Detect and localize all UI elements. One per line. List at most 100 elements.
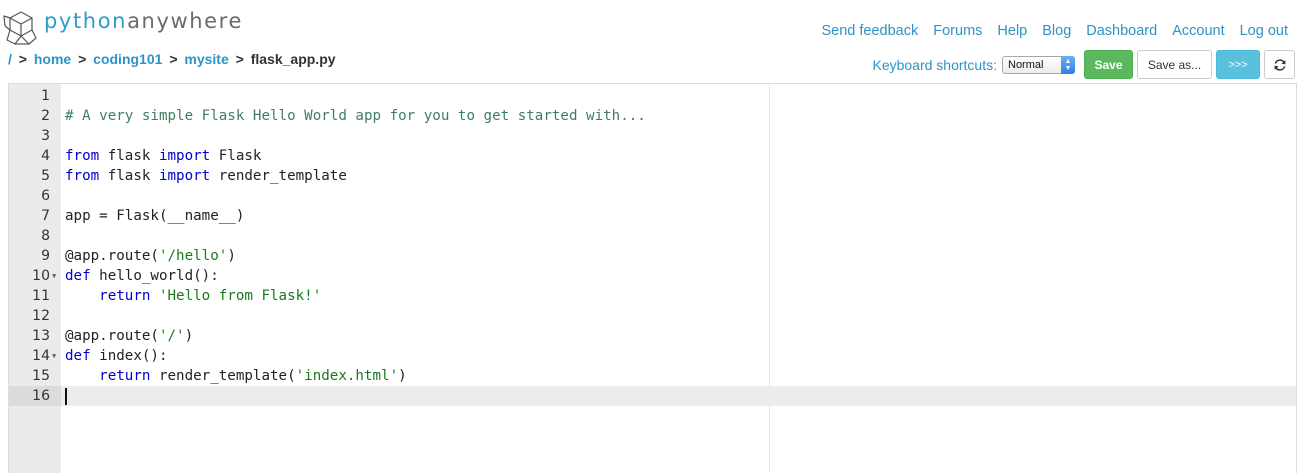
code-token-keyword: return: [99, 368, 151, 384]
code-token-string: '/': [158, 328, 185, 344]
nav-forums[interactable]: Forums: [933, 23, 982, 39]
line-number: 12: [32, 308, 50, 324]
open-console-button[interactable]: >>>: [1216, 50, 1260, 79]
code-token-keyword: def: [65, 348, 91, 364]
code-token-keyword: return: [99, 288, 151, 304]
nav-account[interactable]: Account: [1172, 23, 1224, 39]
code-line[interactable]: 9 @app.route('/hello'): [9, 246, 1296, 266]
line-number: 15: [32, 368, 50, 384]
code-token-text: flask: [99, 148, 159, 164]
breadcrumb-mysite[interactable]: mysite: [184, 51, 228, 67]
line-number: 7: [41, 208, 50, 224]
editor-toolbar: Keyboard shortcuts: Normal ▲ ▼ Save Save …: [872, 50, 1295, 79]
code-text: @app.route('/hello'): [65, 246, 236, 266]
code-line[interactable]: 16: [9, 386, 1296, 406]
code-line[interactable]: 11 return 'Hello from Flask!': [9, 286, 1296, 306]
keyboard-shortcuts-select[interactable]: Normal ▲ ▼: [1002, 56, 1075, 74]
code-text: from flask import Flask: [65, 146, 261, 166]
code-line[interactable]: 12: [9, 306, 1296, 326]
logo[interactable]: pythonanywhere: [2, 8, 243, 48]
code-token-keyword: from: [65, 148, 100, 164]
code-text: # A very simple Flask Hello World app fo…: [65, 106, 646, 126]
code-token-text: ): [184, 328, 194, 344]
code-token-comment: # A very simple Flask Hello World app fo…: [65, 108, 646, 124]
code-line[interactable]: 14 ▼ def index():: [9, 346, 1296, 366]
code-token-keyword: import: [158, 148, 211, 164]
code-token-text: render_template(: [150, 368, 296, 384]
nav-blog[interactable]: Blog: [1042, 23, 1071, 39]
breadcrumb-separator: >: [78, 51, 87, 67]
keyboard-shortcuts-value: Normal: [1008, 59, 1044, 71]
keyboard-shortcuts-label: Keyboard shortcuts:: [872, 56, 997, 73]
line-number: 5: [41, 168, 50, 184]
line-number: 9: [41, 248, 50, 264]
top-nav: Send feedback Forums Help Blog Dashboard…: [822, 23, 1302, 39]
breadcrumb-root[interactable]: /: [8, 51, 12, 67]
line-number: 3: [41, 128, 50, 144]
code-token-text: ): [227, 248, 236, 264]
code-editor[interactable]: 1 2 # A very simple Flask Hello World app …: [8, 83, 1297, 473]
reload-icon: [1274, 58, 1285, 71]
code-line[interactable]: 3: [9, 126, 1296, 146]
line-number: 1: [41, 88, 50, 104]
code-line[interactable]: 7 app = Flask(__name__): [9, 206, 1296, 226]
logo-text-anywhere: anywhere: [127, 8, 243, 33]
breadcrumb-coding101[interactable]: coding101: [93, 51, 162, 67]
code-line[interactable]: 2 # A very simple Flask Hello World app f…: [9, 106, 1296, 126]
breadcrumb-separator: >: [169, 51, 178, 67]
code-line[interactable]: 8: [9, 226, 1296, 246]
breadcrumb-current-file: flask_app.py: [250, 51, 336, 67]
line-number: 11: [32, 288, 50, 304]
code-line[interactable]: 4 from flask import Flask: [9, 146, 1296, 166]
save-as-button[interactable]: Save as...: [1137, 50, 1212, 79]
select-arrows-icon: ▲ ▼: [1061, 56, 1075, 74]
code-token-text: @app.route(: [65, 248, 159, 264]
code-token-string: 'index.html': [295, 368, 399, 384]
code-token-text: hello_world():: [90, 268, 219, 284]
code-line[interactable]: 10 ▼ def hello_world():: [9, 266, 1296, 286]
fold-arrow-icon[interactable]: ▼: [52, 346, 56, 366]
breadcrumb: / > home > coding101 > mysite > flask_ap…: [8, 51, 336, 67]
code-line[interactable]: 13 @app.route('/'): [9, 326, 1296, 346]
breadcrumb-separator: >: [18, 51, 27, 67]
code-token-string: 'Hello from Flask!': [158, 288, 322, 304]
code-token-text: render_template: [210, 168, 347, 184]
code-token-text: @app.route(: [65, 328, 159, 344]
nav-dashboard[interactable]: Dashboard: [1086, 23, 1157, 39]
fold-arrow-icon[interactable]: ▼: [52, 266, 56, 286]
code-text: def index():: [65, 346, 168, 366]
code-token-keyword: def: [65, 268, 91, 284]
nav-send-feedback[interactable]: Send feedback: [822, 23, 919, 39]
code-line[interactable]: 6: [9, 186, 1296, 206]
line-number: 8: [41, 228, 50, 244]
nav-help[interactable]: Help: [997, 23, 1027, 39]
code-text: app = Flask(__name__): [65, 206, 244, 226]
code-line[interactable]: 5 from flask import render_template: [9, 166, 1296, 186]
line-number: 6: [41, 188, 50, 204]
line-number: 4: [41, 148, 50, 164]
line-number: 2: [41, 108, 50, 124]
pythonanywhere-logo-icon: [3, 11, 37, 45]
code-line[interactable]: 1: [9, 86, 1296, 106]
code-token-text: ): [398, 368, 407, 384]
code-token-string: '/hello': [158, 248, 228, 264]
code-line[interactable]: 15 return render_template('index.html'): [9, 366, 1296, 386]
breadcrumb-home[interactable]: home: [34, 51, 71, 67]
nav-log-out[interactable]: Log out: [1240, 23, 1288, 39]
logo-text: pythonanywhere: [44, 8, 243, 33]
code-text: @app.route('/'): [65, 326, 193, 346]
code-text: from flask import render_template: [65, 166, 347, 186]
code-text: return render_template('index.html'): [65, 366, 407, 386]
editor-page: pythonanywhere Send feedback Forums Help…: [0, 0, 1302, 473]
logo-text-python: python: [44, 8, 128, 33]
breadcrumb-separator: >: [235, 51, 244, 67]
code-token-keyword: from: [65, 168, 100, 184]
code-text: return 'Hello from Flask!': [65, 286, 321, 306]
code-token-keyword: import: [158, 168, 211, 184]
save-button[interactable]: Save: [1084, 50, 1133, 79]
reload-button[interactable]: [1264, 50, 1295, 79]
line-number: 13: [32, 328, 50, 344]
